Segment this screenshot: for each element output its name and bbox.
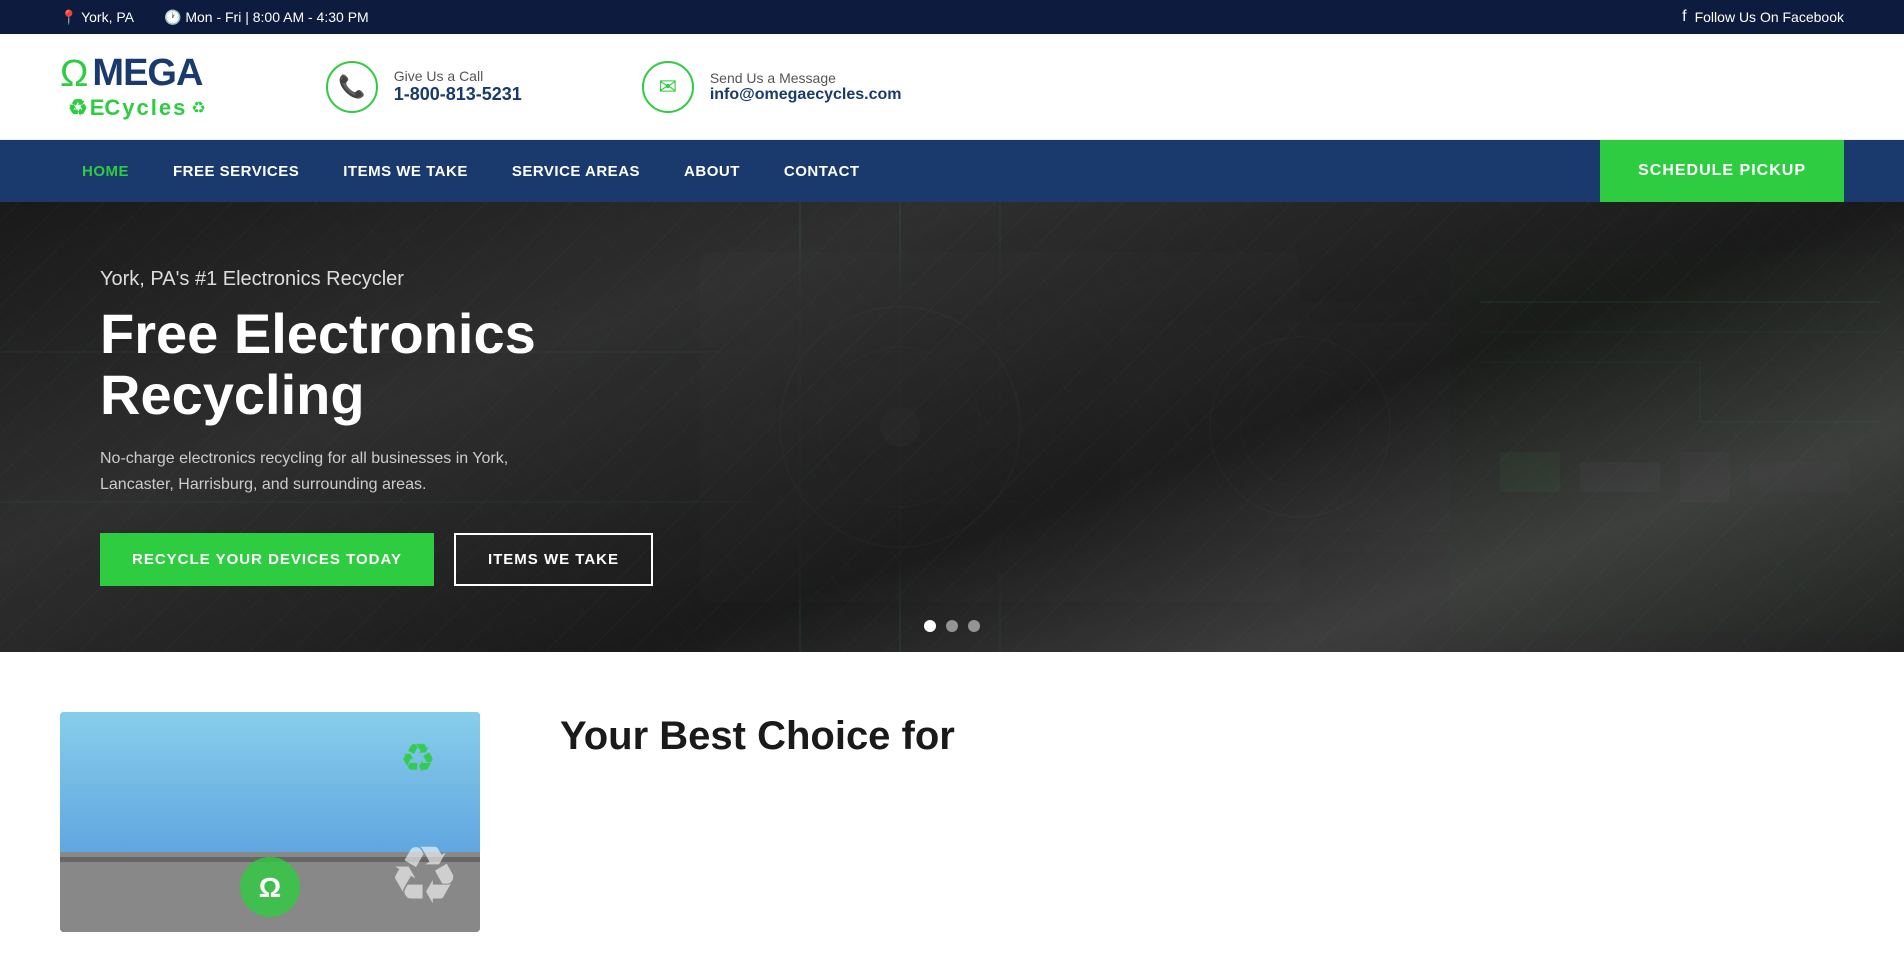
carousel-dot-3[interactable] bbox=[968, 620, 980, 632]
email-icon: ✉ bbox=[642, 61, 694, 113]
items-we-take-button[interactable]: ITEMS WE TAKE bbox=[454, 533, 653, 586]
below-hero-section: Ω ♻ Your Best Choice for bbox=[0, 652, 1904, 972]
hero-content: York, PA's #1 Electronics Recycler Free … bbox=[0, 268, 753, 586]
svg-text:♻: ♻ bbox=[400, 737, 436, 781]
nav-item-items-we-take[interactable]: ITEMS WE TAKE bbox=[321, 141, 490, 202]
email-contact: ✉ Send Us a Message info@omegaecycles.co… bbox=[642, 61, 902, 113]
phone-info: Give Us a Call 1-800-813-5231 bbox=[394, 68, 522, 105]
below-image: Ω ♻ bbox=[60, 712, 480, 932]
email-info: Send Us a Message info@omegaecycles.com bbox=[710, 70, 902, 104]
nav-item-about[interactable]: ABOUT bbox=[662, 141, 762, 202]
phone-icon: 📞 bbox=[326, 61, 378, 113]
top-bar-left: 📍 York, PA 🕐 Mon - Fri | 8:00 AM - 4:30 … bbox=[60, 9, 369, 26]
hero-buttons: RECYCLE YOUR DEVICES TODAY ITEMS WE TAKE bbox=[100, 533, 653, 586]
carousel-dot-2[interactable] bbox=[946, 620, 958, 632]
hero-description: No-charge electronics recycling for all … bbox=[100, 446, 580, 497]
facebook-icon: f bbox=[1682, 8, 1686, 26]
hours-text: 🕐 Mon - Fri | 8:00 AM - 4:30 PM bbox=[164, 9, 369, 26]
location-text: 📍 York, PA bbox=[60, 9, 134, 26]
below-text: Your Best Choice for bbox=[560, 712, 1844, 760]
recycle-devices-button[interactable]: RECYCLE YOUR DEVICES TODAY bbox=[100, 533, 434, 586]
nav-item-contact[interactable]: CONTACT bbox=[762, 141, 882, 202]
cycles-text: Cycles bbox=[104, 95, 187, 121]
hero-title: Free Electronics Recycling bbox=[100, 303, 653, 426]
logo[interactable]: Ω MEGA ♻ E Cycles ♻ bbox=[60, 52, 206, 121]
hero-subtitle: York, PA's #1 Electronics Recycler bbox=[100, 268, 653, 291]
schedule-pickup-button[interactable]: SCHEDULE PICKUP bbox=[1600, 140, 1844, 202]
nav-item-service-areas[interactable]: SERVICE AREAS bbox=[490, 141, 662, 202]
header: Ω MEGA ♻ E Cycles ♻ 📞 Give Us a Call 1-8… bbox=[0, 34, 1904, 140]
brand-name: MEGA bbox=[92, 52, 202, 95]
recycle-icon-2: ♻ bbox=[191, 98, 205, 118]
pin-icon: 📍 bbox=[60, 9, 77, 25]
omega-icon: Ω bbox=[60, 55, 88, 93]
nav-item-home[interactable]: HOME bbox=[60, 141, 151, 202]
carousel-dot-1[interactable] bbox=[924, 620, 936, 632]
nav-item-free-services[interactable]: FREE SERVICES bbox=[151, 141, 321, 202]
recycle-icon: ♻ bbox=[68, 95, 88, 121]
e-letter: E bbox=[90, 95, 105, 121]
nav-items: HOME FREE SERVICES ITEMS WE TAKE SERVICE… bbox=[60, 141, 1600, 202]
below-title: Your Best Choice for bbox=[560, 712, 1844, 760]
top-bar: 📍 York, PA 🕐 Mon - Fri | 8:00 AM - 4:30 … bbox=[0, 0, 1904, 34]
clock-icon: 🕐 bbox=[164, 9, 181, 25]
svg-text:Ω: Ω bbox=[259, 872, 281, 903]
hero-section: York, PA's #1 Electronics Recycler Free … bbox=[0, 202, 1904, 652]
top-bar-right[interactable]: f Follow Us On Facebook bbox=[1682, 8, 1844, 26]
phone-contact: 📞 Give Us a Call 1-800-813-5231 bbox=[326, 61, 522, 113]
hero-carousel-dots bbox=[924, 620, 980, 632]
main-nav: HOME FREE SERVICES ITEMS WE TAKE SERVICE… bbox=[0, 140, 1904, 202]
